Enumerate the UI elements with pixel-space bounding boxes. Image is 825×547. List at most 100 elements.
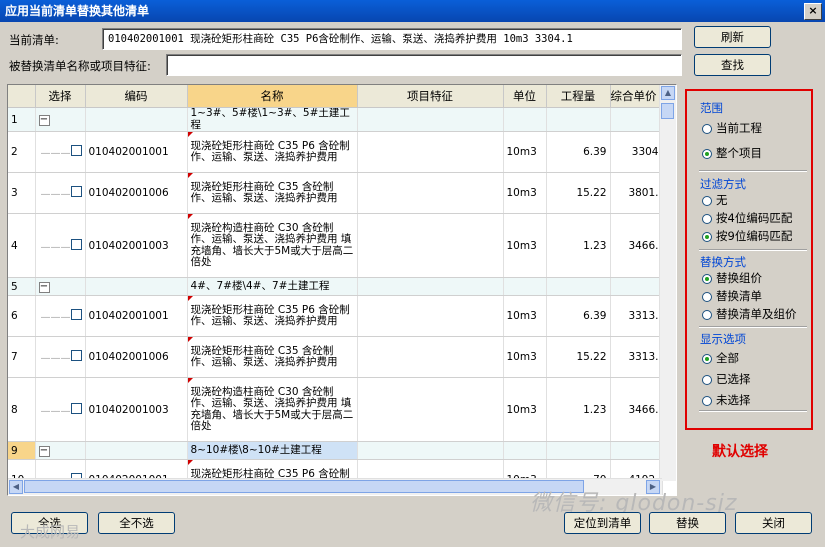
name-cell: 现浇砼构造柱商砼 C30 含砼制作、运输、泵送、浇捣养护费用 填充墙角、墙长大于…: [187, 213, 358, 278]
group-row[interactable]: 9 − 8~10#楼\8~10#土建工程: [8, 441, 663, 460]
group-row[interactable]: 5 − 4#、7#楼\4#、7#土建工程: [8, 277, 663, 296]
price-cell: 3466.: [610, 213, 663, 278]
divider: [699, 327, 807, 328]
table-row[interactable]: 2 ——— 010402001001 现浇砼矩形柱商砼 C35 P6 含砼制作、…: [8, 131, 663, 173]
collapse-toggle[interactable]: −: [35, 441, 86, 460]
features-cell: [357, 336, 504, 378]
radio-checked-icon: [702, 149, 712, 159]
filter-group-title: 过滤方式: [700, 177, 746, 191]
minus-icon[interactable]: −: [38, 115, 50, 126]
minus-icon[interactable]: −: [38, 446, 50, 457]
find-button[interactable]: 查找: [694, 54, 771, 76]
header-unit-price[interactable]: 综合单价: [610, 85, 663, 108]
divider: [699, 171, 807, 172]
scroll-left-icon[interactable]: ◀: [9, 480, 23, 494]
close-icon[interactable]: ×: [804, 3, 822, 20]
row-checkbox[interactable]: [70, 309, 82, 320]
filter-9digit-radio[interactable]: 按9位编码匹配: [702, 228, 792, 244]
select-none-button[interactable]: 全不选: [98, 512, 175, 534]
header-rownum: [8, 85, 36, 108]
header-quantity[interactable]: 工程量: [546, 85, 611, 108]
features-cell: [357, 172, 504, 214]
unit-cell: 10m3: [503, 131, 547, 173]
row-number: 2: [8, 131, 36, 173]
code-cell: 010402001006: [85, 172, 188, 214]
row-checkbox[interactable]: [70, 186, 82, 197]
name-cell: 现浇砼构造柱商砼 C30 含砼制作、运输、泵送、浇捣养护费用 填充墙角、墙长大于…: [187, 377, 358, 442]
replaced-list-input[interactable]: [166, 54, 682, 76]
quantity-cell: 1.23: [546, 213, 611, 278]
row-number: 3: [8, 172, 36, 214]
row-number: 4: [8, 213, 36, 278]
horizontal-scroll-thumb[interactable]: [24, 480, 584, 493]
header-code[interactable]: 编码: [85, 85, 188, 108]
radio-icon: [702, 375, 712, 385]
row-checkbox[interactable]: [70, 145, 82, 156]
display-unselected-radio[interactable]: 未选择: [702, 392, 751, 408]
header-select[interactable]: 选择: [35, 85, 86, 108]
unit-cell: 10m3: [503, 336, 547, 378]
list-grid: 选择 编码 名称 项目特征 单位 工程量 综合单价 1 − 1~3#、5#楼\1…: [7, 84, 677, 496]
code-cell: 010402001003: [85, 377, 188, 442]
table-row[interactable]: 7 ——— 010402001006 现浇砼矩形柱商砼 C35 含砼制作、运输、…: [8, 336, 663, 378]
quantity-cell: 6.39: [546, 131, 611, 173]
group-row[interactable]: 1 − 1~3#、5#楼\1~3#、5#土建工程: [8, 107, 663, 132]
radio-icon: [702, 292, 712, 302]
group-name: 4#、7#楼\4#、7#土建工程: [187, 277, 358, 296]
replace-list-radio[interactable]: 替换清单: [702, 288, 762, 304]
row-number: 1: [8, 107, 36, 132]
features-cell: [357, 295, 504, 337]
radio-icon: [702, 124, 712, 134]
group-name: 1~3#、5#楼\1~3#、5#土建工程: [187, 107, 358, 132]
row-number: 5: [8, 277, 36, 296]
current-list-field[interactable]: 010402001001 现浇砼矩形柱商砼 C35 P6含砼制作、运输、泵送、浇…: [102, 28, 682, 50]
quantity-cell: 15.22: [546, 172, 611, 214]
minus-icon[interactable]: −: [38, 282, 50, 293]
table-row[interactable]: 8 ——— 010402001003 现浇砼构造柱商砼 C30 含砼制作、运输、…: [8, 377, 663, 442]
radio-icon: [702, 396, 712, 406]
scope-whole-project-radio[interactable]: 整个项目: [702, 145, 762, 161]
row-checkbox[interactable]: [70, 238, 82, 250]
code-cell: 010402001006: [85, 336, 188, 378]
unit-cell: 10m3: [503, 213, 547, 278]
features-cell: [357, 131, 504, 173]
watermark-small-text: 大成网易: [20, 523, 81, 541]
row-number: 6: [8, 295, 36, 337]
replace-pricing-radio[interactable]: 替换组价: [702, 270, 762, 286]
filter-none-radio[interactable]: 无: [702, 192, 728, 208]
features-cell: [357, 213, 504, 278]
locate-list-button[interactable]: 定位到清单: [564, 512, 641, 534]
header-features[interactable]: 项目特征: [357, 85, 504, 108]
replace-button[interactable]: 替换: [649, 512, 726, 534]
vertical-scroll-thumb[interactable]: [661, 103, 674, 119]
list-table: 选择 编码 名称 项目特征 单位 工程量 综合单价 1 − 1~3#、5#楼\1…: [8, 85, 663, 495]
close-button[interactable]: 关闭: [735, 512, 812, 534]
group-code-cell: [85, 107, 188, 132]
refresh-button[interactable]: 刷新: [694, 26, 771, 48]
table-row[interactable]: 6 ——— 010402001001 现浇砼矩形柱商砼 C35 P6 含砼制作、…: [8, 295, 663, 337]
header-unit[interactable]: 单位: [503, 85, 547, 108]
display-all-radio[interactable]: 全部: [702, 350, 739, 366]
scope-group-title: 范围: [700, 101, 723, 115]
price-cell: 3313.: [610, 336, 663, 378]
row-number: 9: [8, 441, 36, 460]
row-checkbox[interactable]: [70, 350, 82, 361]
display-selected-radio[interactable]: 已选择: [702, 371, 751, 387]
filter-4digit-radio[interactable]: 按4位编码匹配: [702, 210, 792, 226]
options-panel: 范围 当前工程 整个项目 过滤方式 无 按4位编码匹配 按9位编码匹配 替换方式…: [685, 89, 813, 430]
collapse-toggle[interactable]: −: [35, 277, 86, 296]
table-row[interactable]: 4 ——— 010402001003 现浇砼构造柱商砼 C30 含砼制作、运输、…: [8, 213, 663, 278]
header-name[interactable]: 名称: [187, 85, 358, 108]
scroll-up-icon[interactable]: ▲: [661, 86, 675, 100]
table-row[interactable]: 3 ——— 010402001006 现浇砼矩形柱商砼 C35 含砼制作、运输、…: [8, 172, 663, 214]
collapse-toggle[interactable]: −: [35, 107, 86, 132]
vertical-scrollbar[interactable]: ▲: [659, 85, 676, 481]
row-number: 7: [8, 336, 36, 378]
name-cell: 现浇砼矩形柱商砼 C35 P6 含砼制作、运输、泵送、浇捣养护费用: [187, 295, 358, 337]
price-cell: 3304: [610, 131, 663, 173]
row-checkbox[interactable]: [70, 402, 82, 414]
scope-current-project-radio[interactable]: 当前工程: [702, 120, 762, 136]
quantity-cell: 15.22: [546, 336, 611, 378]
replace-list-and-pricing-radio[interactable]: 替换清单及组价: [702, 306, 797, 322]
quantity-cell: 6.39: [546, 295, 611, 337]
